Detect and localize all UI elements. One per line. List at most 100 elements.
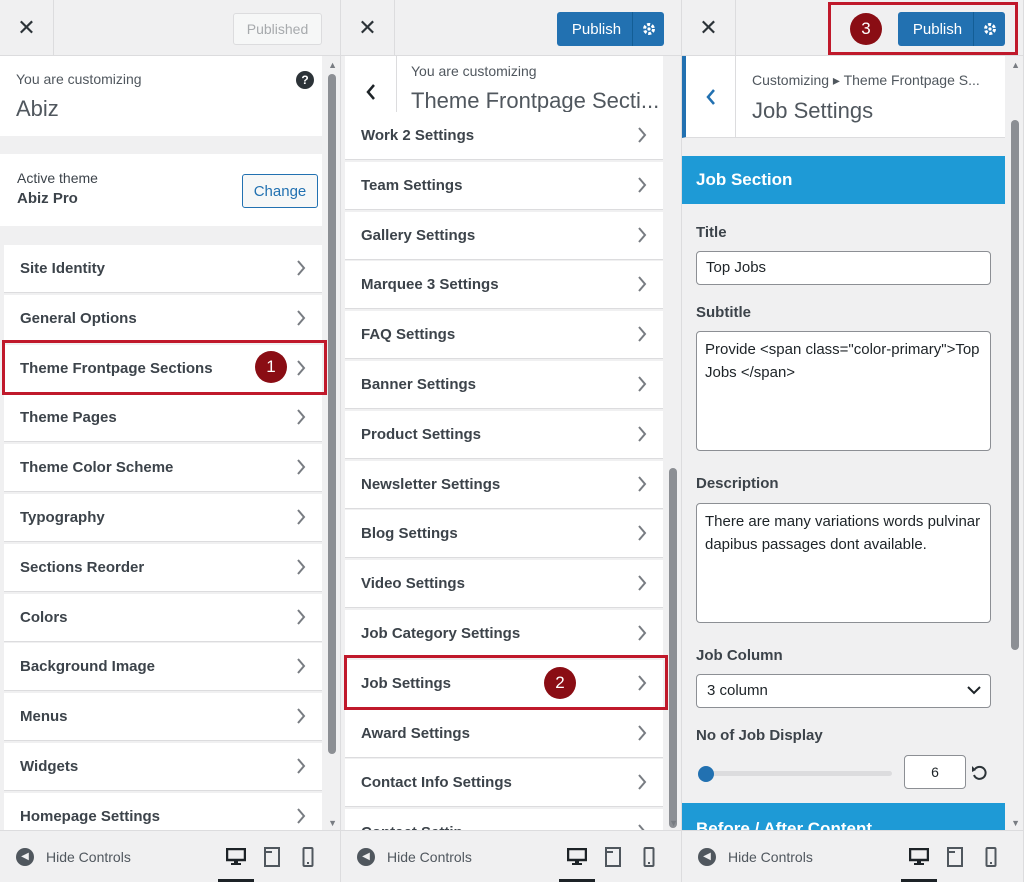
desktop-preview-button[interactable] — [218, 839, 254, 882]
scroll-up-arrow[interactable]: ▲ — [1011, 60, 1020, 70]
menu-item[interactable]: Marquee 3 Settings — [345, 261, 663, 310]
collapse-icon: ◀ — [698, 847, 716, 866]
tablet-preview-button[interactable] — [254, 839, 290, 875]
chevron-right-icon — [638, 724, 647, 741]
tablet-preview-button[interactable] — [595, 839, 631, 875]
menu-item[interactable]: Widgets — [4, 743, 322, 791]
panel-content: You are customizing Abiz ? Active theme … — [0, 56, 340, 830]
header-bar: ✕ Published — [0, 0, 340, 56]
menu-item[interactable]: Blog Settings — [345, 510, 663, 559]
menu-item[interactable]: Homepage Settings — [4, 792, 322, 830]
menu-item[interactable]: FAQ Settings — [345, 311, 663, 360]
close-button[interactable]: ✕ — [682, 0, 736, 55]
help-icon[interactable]: ? — [296, 71, 314, 89]
menu-item[interactable]: Product Settings — [345, 410, 663, 459]
tablet-preview-button[interactable] — [937, 839, 973, 875]
breadcrumb: Customizing ▸ Theme Frontpage S... — [752, 72, 980, 88]
menu-item-label: Widgets — [20, 758, 79, 775]
chevron-right-icon — [297, 758, 306, 774]
menu-item[interactable]: Work 2 Settings — [345, 112, 663, 160]
close-icon: ✕ — [699, 14, 718, 40]
slider-thumb[interactable] — [698, 766, 714, 782]
publish-button[interactable]: Publish — [557, 12, 664, 46]
settings-form: Title Top Jobs Subtitle Provide <span cl… — [682, 204, 1005, 804]
scroll-down-arrow[interactable]: ▼ — [1011, 818, 1020, 828]
menu-item[interactable]: Contact Info Settings — [345, 759, 663, 808]
scrollbar[interactable] — [1011, 120, 1019, 650]
menu-item[interactable]: Contact Settin... — [345, 809, 663, 830]
menu-item[interactable]: Newsletter Settings — [345, 460, 663, 509]
chevron-right-icon — [638, 276, 647, 293]
customizer-panel-frontpage: ✕ Publish You are customizing Theme Fron… — [341, 0, 682, 882]
scrollbar[interactable] — [669, 468, 677, 828]
hide-controls-label: Hide Controls — [387, 848, 472, 865]
menu-item-label: Team Settings — [361, 176, 463, 194]
menu-item[interactable]: Background Image — [4, 643, 322, 692]
menu-item[interactable]: Typography — [4, 494, 322, 542]
menu-item-label: Theme Pages — [20, 409, 117, 427]
menu-item[interactable]: Award Settings — [345, 709, 663, 758]
gear-icon[interactable] — [632, 12, 664, 46]
scroll-up-arrow[interactable]: ▲ — [328, 60, 337, 70]
slider-track[interactable] — [706, 771, 892, 776]
section-header: Customizing ▸ Theme Frontpage S... Job S… — [682, 56, 1005, 138]
section-title: Theme Frontpage Secti... — [411, 88, 660, 113]
change-theme-button[interactable]: Change — [242, 174, 318, 208]
hide-controls-button[interactable]: ◀ Hide Controls — [357, 847, 559, 866]
menu-item[interactable]: Sections Reorder — [4, 543, 322, 592]
chevron-down-icon — [967, 686, 981, 695]
job-column-select[interactable]: 3 column — [696, 674, 991, 708]
mobile-icon — [985, 846, 997, 867]
desktop-preview-button[interactable] — [901, 839, 937, 882]
mobile-preview-button[interactable] — [290, 839, 326, 875]
menu-item[interactable]: Site Identity — [4, 245, 322, 293]
job-column-value: 3 column — [707, 682, 768, 699]
chevron-right-icon — [638, 376, 647, 392]
menu-item[interactable]: Video Settings — [345, 560, 663, 609]
menu-item[interactable]: Menus — [4, 693, 322, 742]
menu-item-label: Menus — [20, 708, 68, 726]
menu-item[interactable]: Team Settings — [345, 161, 663, 210]
hide-controls-label: Hide Controls — [46, 848, 131, 865]
menu-item[interactable]: Theme Pages — [4, 394, 322, 443]
mobile-preview-button[interactable] — [631, 839, 667, 875]
menu-item-label: Banner Settings — [361, 376, 477, 393]
description-textarea[interactable]: There are many variations words pulvinar… — [696, 503, 991, 623]
back-button[interactable] — [686, 56, 736, 138]
job-section-header: Job Section — [682, 156, 1005, 204]
menu-item-label: Theme Color Scheme — [20, 459, 174, 477]
job-display-number-input[interactable]: 6 — [904, 755, 966, 789]
scrollbar[interactable] — [328, 74, 336, 754]
menu-item[interactable]: Gallery Settings — [345, 211, 663, 260]
job-column-label: Job Column — [696, 647, 783, 664]
step-badge: 2 — [544, 667, 576, 699]
header-bar: ✕ Publish — [341, 0, 681, 56]
menu-item-label: Site Identity — [20, 260, 106, 277]
mobile-icon — [302, 846, 314, 867]
before-after-section-header: Before / After Content — [682, 803, 1005, 830]
menu-item[interactable]: Theme Color Scheme — [4, 444, 322, 493]
menu-item[interactable]: Job Category Settings — [345, 610, 663, 658]
scroll-down-arrow[interactable]: ▼ — [328, 818, 337, 828]
reset-icon[interactable] — [971, 764, 989, 782]
chevron-right-icon — [638, 326, 647, 342]
subtitle-textarea[interactable]: Provide <span class="color-primary">Top … — [696, 331, 991, 451]
menu-item[interactable]: Banner Settings — [345, 361, 663, 409]
collapse-icon: ◀ — [16, 847, 34, 866]
chevron-right-icon — [297, 708, 306, 724]
scroll-down-arrow[interactable]: ▼ — [669, 818, 678, 828]
close-button[interactable]: ✕ — [0, 0, 54, 55]
menu-item[interactable]: Colors — [4, 593, 322, 642]
close-button[interactable]: ✕ — [341, 0, 395, 55]
active-theme-name: Abiz Pro — [17, 190, 78, 207]
title-input[interactable]: Top Jobs — [696, 251, 991, 285]
chevron-right-icon — [638, 625, 647, 641]
footer-bar: ◀ Hide Controls — [0, 830, 340, 882]
mobile-preview-button[interactable] — [973, 839, 1009, 875]
hide-controls-button[interactable]: ◀ Hide Controls — [698, 847, 901, 866]
desktop-preview-button[interactable] — [559, 839, 595, 882]
panel-content: You are customizing Theme Frontpage Sect… — [341, 56, 681, 830]
menu-item[interactable]: General Options — [4, 294, 322, 343]
menu-item-label: Colors — [20, 608, 68, 626]
hide-controls-button[interactable]: ◀ Hide Controls — [16, 847, 218, 866]
